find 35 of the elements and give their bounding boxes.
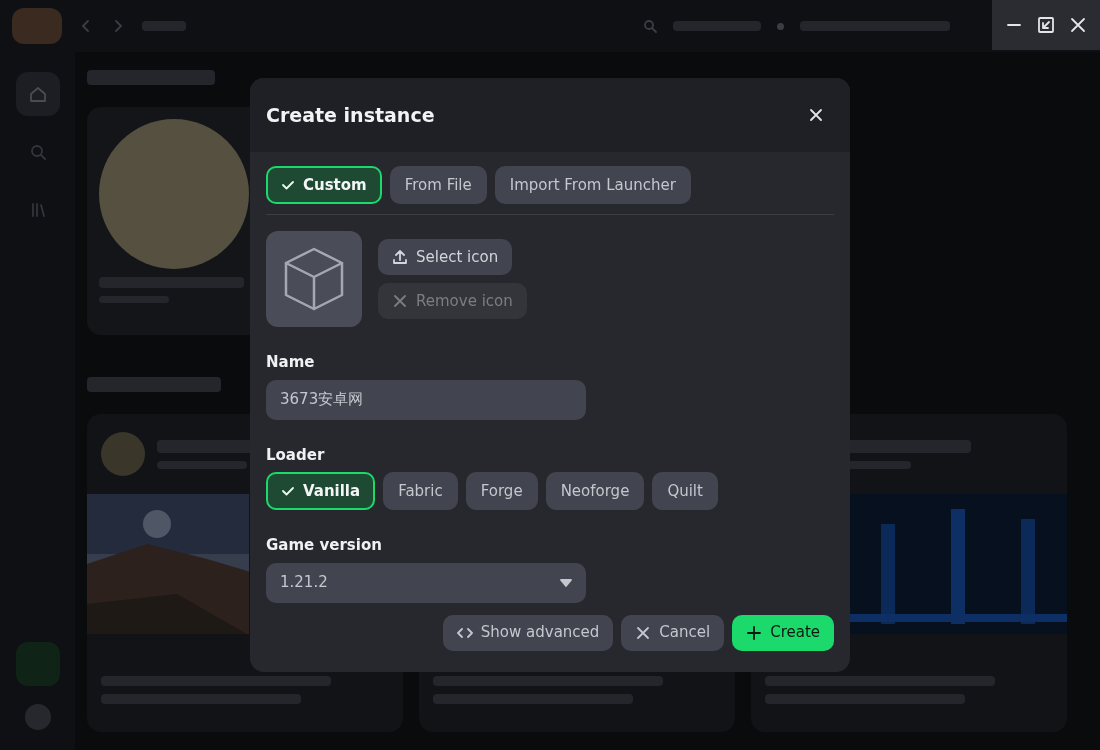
field-label: Loader xyxy=(266,444,326,466)
source-tab[interactable]: From File xyxy=(389,166,487,204)
nav-home-button[interactable] xyxy=(15,72,60,116)
loader-option[interactable]: Fabric xyxy=(383,472,458,510)
show-advanced-button[interactable]: Show advanced xyxy=(442,614,614,651)
cancel-button[interactable]: Cancel xyxy=(621,614,725,651)
loader-option[interactable]: Neoforge xyxy=(545,472,645,510)
field-label: Name xyxy=(266,352,316,373)
plus-icon xyxy=(746,624,763,641)
loader-option[interactable]: Forge xyxy=(465,472,538,510)
settings-icon[interactable] xyxy=(24,704,51,730)
blurred-text xyxy=(142,21,186,31)
close-icon[interactable] xyxy=(1069,16,1087,34)
close-icon[interactable] xyxy=(808,107,824,123)
source-tab[interactable]: Custom xyxy=(266,166,382,204)
search-icon xyxy=(643,19,657,33)
name-field[interactable]: 3673安卓网 xyxy=(266,379,586,420)
check-icon xyxy=(281,484,295,498)
check-icon xyxy=(281,178,295,192)
create-button[interactable]: Create xyxy=(732,614,834,651)
loader-option[interactable]: Vanilla xyxy=(266,472,376,510)
status-dot-icon xyxy=(777,22,784,30)
dialog-title: Create instance xyxy=(266,102,435,128)
logo-icon[interactable] xyxy=(12,8,62,44)
upload-icon xyxy=(392,249,408,265)
pack-avatar xyxy=(101,432,145,476)
source-tab[interactable]: Import From Launcher xyxy=(494,166,691,204)
select-icon-button[interactable]: Select icon xyxy=(378,239,513,275)
field-label: Game version xyxy=(266,535,383,556)
loader-option[interactable]: Quilt xyxy=(652,472,718,510)
maximize-icon[interactable] xyxy=(1037,16,1055,34)
caret-icon xyxy=(560,578,572,587)
close-icon xyxy=(635,624,652,641)
version-dropdown[interactable]: 1.21.2 xyxy=(266,562,586,603)
close-icon xyxy=(392,293,408,309)
